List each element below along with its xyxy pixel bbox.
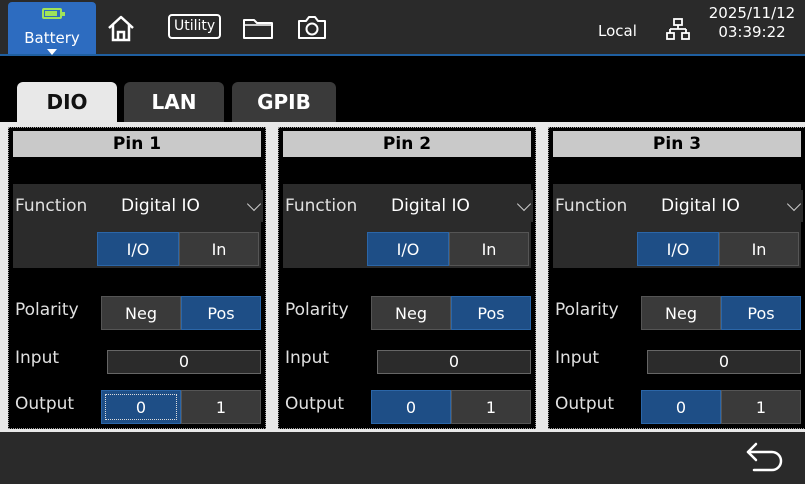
- remote-status-label: Local: [598, 22, 637, 40]
- io-button[interactable]: I/O: [637, 232, 719, 266]
- network-icon: [666, 18, 690, 40]
- tab-gpib[interactable]: GPIB: [232, 82, 336, 122]
- neg-button[interactable]: Neg: [371, 296, 451, 330]
- function-label: Function: [15, 196, 88, 216]
- output-label: Output: [555, 394, 615, 414]
- chevron-down-icon: [516, 196, 532, 212]
- input-value: 0: [107, 350, 261, 374]
- polarity-label: Polarity: [15, 300, 79, 320]
- input-value: 0: [647, 350, 801, 374]
- neg-button[interactable]: Neg: [641, 296, 721, 330]
- output-1-button[interactable]: 1: [721, 390, 801, 424]
- output-0-button[interactable]: 0: [101, 390, 181, 424]
- function-label: Function: [285, 196, 358, 216]
- input-label: Input: [285, 348, 330, 368]
- output-0-button[interactable]: 0: [371, 390, 451, 424]
- pin-title: Pin 3: [553, 131, 801, 157]
- function-select[interactable]: Digital IO: [385, 190, 533, 222]
- in-button[interactable]: In: [179, 232, 259, 266]
- chevron-down-icon: [786, 196, 802, 212]
- pin-3-panel: Pin 3 Function Digital IO I/O In Polarit…: [548, 127, 805, 429]
- output-label: Output: [285, 394, 345, 414]
- pin-1-panel: Pin 1 Function Digital IO I/O In Polarit…: [8, 127, 266, 429]
- folder-icon[interactable]: [242, 16, 274, 40]
- utility-button[interactable]: Utility: [168, 14, 222, 39]
- input-label: Input: [555, 348, 600, 368]
- datetime: 2025/11/12 03:39:22: [700, 4, 804, 42]
- pin-2-panel: Pin 2 Function Digital IO I/O In Polarit…: [278, 127, 536, 429]
- polarity-label: Polarity: [555, 300, 619, 320]
- output-1-button[interactable]: 1: [451, 390, 531, 424]
- function-label: Function: [555, 196, 628, 216]
- function-select[interactable]: Digital IO: [655, 190, 803, 222]
- home-icon[interactable]: [106, 14, 136, 42]
- pin-title: Pin 2: [283, 131, 531, 157]
- output-label: Output: [15, 394, 75, 414]
- function-value: Digital IO: [121, 196, 200, 216]
- output-0-button[interactable]: 0: [641, 390, 721, 424]
- pos-button[interactable]: Pos: [451, 296, 531, 330]
- function-block: Function Digital IO I/O In: [283, 184, 533, 268]
- date-label: 2025/11/12: [708, 4, 796, 22]
- function-value: Digital IO: [661, 196, 740, 216]
- tab-dio[interactable]: DIO: [17, 82, 117, 122]
- tab-bar: DIO LAN GPIB: [0, 58, 805, 122]
- pin-title: Pin 1: [13, 131, 261, 157]
- dio-settings-panel: Pin 1 Function Digital IO I/O In Polarit…: [0, 122, 805, 432]
- input-value: 0: [377, 350, 531, 374]
- neg-button[interactable]: Neg: [101, 296, 181, 330]
- in-button[interactable]: In: [449, 232, 529, 266]
- output-1-button[interactable]: 1: [181, 390, 261, 424]
- tab-lan[interactable]: LAN: [124, 82, 224, 122]
- camera-icon[interactable]: [296, 13, 328, 41]
- io-button[interactable]: I/O: [97, 232, 179, 266]
- dropdown-arrow-icon: [47, 49, 57, 55]
- bottom-bar: [0, 432, 805, 484]
- time-label: 03:39:22: [718, 23, 786, 41]
- battery-label: Battery: [24, 29, 80, 47]
- chevron-down-icon: [246, 196, 262, 212]
- pos-button[interactable]: Pos: [181, 296, 261, 330]
- polarity-label: Polarity: [285, 300, 349, 320]
- io-button[interactable]: I/O: [367, 232, 449, 266]
- pos-button[interactable]: Pos: [721, 296, 801, 330]
- function-value: Digital IO: [391, 196, 470, 216]
- input-label: Input: [15, 348, 60, 368]
- battery-icon: [42, 8, 65, 19]
- function-select[interactable]: Digital IO: [115, 190, 263, 222]
- function-block: Function Digital IO I/O In: [553, 184, 803, 268]
- back-icon[interactable]: [744, 440, 788, 474]
- top-bar: Battery Utility Local 2025/11/12 03:39:2…: [0, 0, 805, 56]
- battery-tab[interactable]: Battery: [8, 2, 96, 55]
- in-button[interactable]: In: [719, 232, 799, 266]
- function-block: Function Digital IO I/O In: [13, 184, 263, 268]
